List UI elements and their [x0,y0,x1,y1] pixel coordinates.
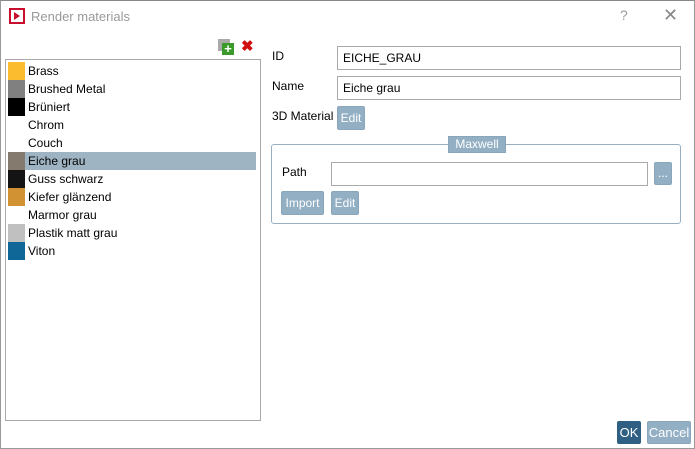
materials-list[interactable]: Brass Brushed Metal Brüniert Chrom Couch Eich… [5,59,261,421]
material-label: Brass [28,64,59,78]
name-input[interactable]: Eiche grau [337,76,681,100]
list-item[interactable]: Chrom [8,116,256,134]
help-button[interactable]: ? [620,7,628,23]
3d-material-label: 3D Material [272,109,334,123]
delete-icon: ✖ [241,38,254,55]
list-item[interactable]: Kiefer glänzend [8,188,256,206]
path-input[interactable] [331,162,648,186]
material-label: Kiefer glänzend [28,190,112,204]
material-label: Marmor grau [28,208,97,222]
browse-button[interactable]: ... [654,162,672,185]
list-item[interactable]: Marmor grau [8,206,256,224]
material-label: Couch [28,136,63,150]
color-swatch [8,152,25,170]
material-label: Chrom [28,118,65,132]
delete-material-button[interactable]: ✖ [241,37,254,55]
color-swatch [8,98,25,116]
list-item[interactable]: Plastik matt grau [8,224,256,242]
material-label: Eiche grau [25,152,256,170]
ok-button[interactable]: OK [617,421,641,444]
list-item[interactable]: Brushed Metal [8,80,256,98]
path-label: Path [282,165,307,179]
list-item[interactable]: Viton [8,242,256,260]
add-material-button[interactable]: + [218,39,235,55]
color-swatch [8,170,25,188]
close-button[interactable]: ✕ [663,5,678,26]
material-label: Plastik matt grau [28,226,118,240]
color-swatch [8,134,25,152]
color-swatch [8,62,25,80]
app-icon [9,8,25,24]
cancel-button[interactable]: Cancel [647,421,691,444]
import-button[interactable]: Import [281,191,324,215]
color-swatch [8,206,25,224]
material-label: Guss schwarz [28,172,104,186]
list-item[interactable]: Guss schwarz [8,170,256,188]
color-swatch [8,116,25,134]
material-label: Brüniert [28,100,71,114]
material-label: Viton [28,244,56,258]
name-label: Name [272,79,305,93]
3d-material-edit-button[interactable]: Edit [337,106,365,130]
list-item[interactable]: Brass [8,62,256,80]
color-swatch [8,80,25,98]
list-item[interactable]: Couch [8,134,256,152]
list-item[interactable]: Eiche grau [8,152,256,170]
window-title: Render materials [31,9,130,24]
maxwell-legend: Maxwell [448,136,506,153]
list-item[interactable]: Brüniert [8,98,256,116]
color-swatch [8,242,25,260]
maxwell-edit-button[interactable]: Edit [331,191,359,215]
material-label: Brushed Metal [28,82,106,96]
id-label: ID [272,49,284,63]
id-input[interactable]: EICHE_GRAU [337,46,681,70]
color-swatch [8,188,25,206]
color-swatch [8,224,25,242]
